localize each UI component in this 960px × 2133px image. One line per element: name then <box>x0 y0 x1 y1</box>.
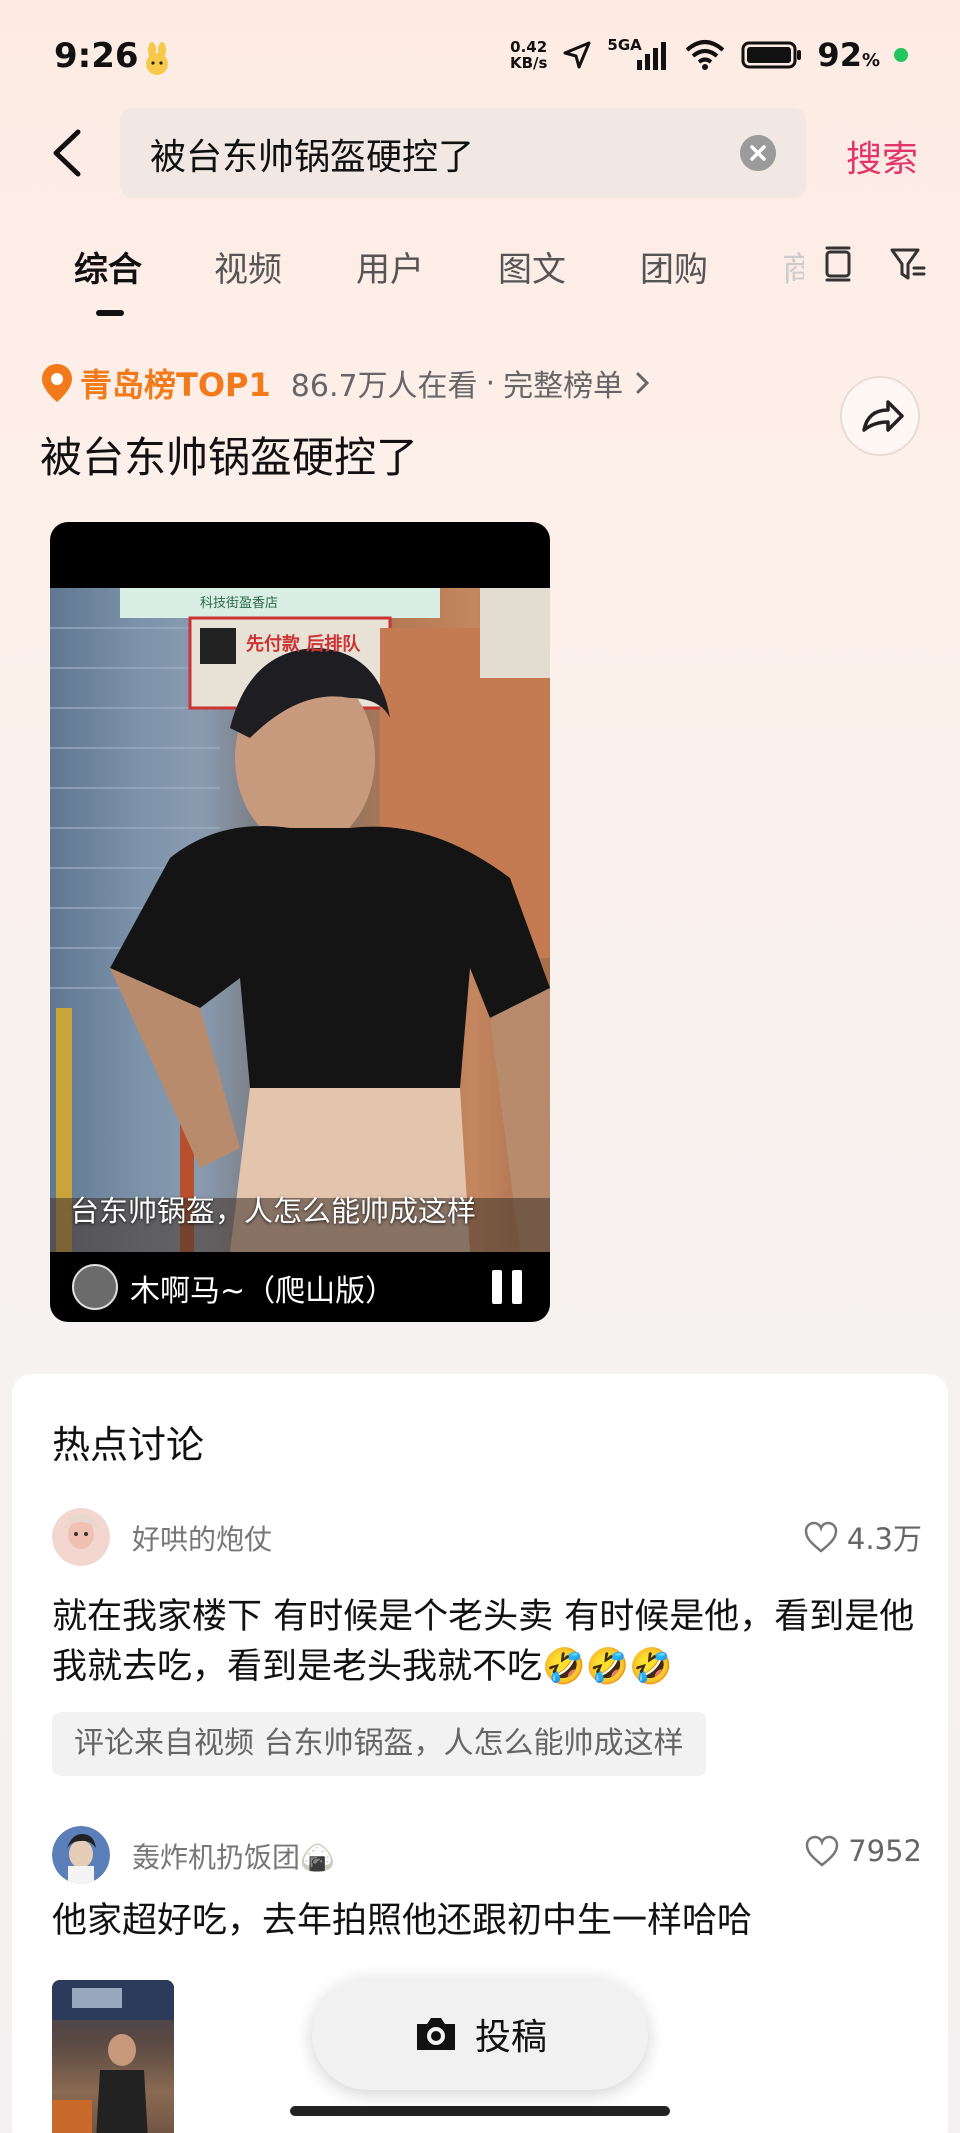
home-indicator[interactable] <box>290 2106 670 2116</box>
search-query: 被台东帅锅盔硬控了 <box>150 137 475 178</box>
tab-bar: 综合 视频 用户 图文 团购 商 <box>0 232 960 322</box>
heart-icon <box>804 1521 838 1553</box>
bunny-icon <box>146 42 168 75</box>
like-count: 7952 <box>848 1834 922 1868</box>
status-indicators: 0.42 KB/s 5GA 92% <box>510 36 908 74</box>
heart-icon <box>805 1835 839 1867</box>
location-arrow-icon <box>563 41 591 69</box>
music-avatar <box>72 1264 118 1310</box>
battery-icon <box>741 41 802 69</box>
net-speed: 0.42 KB/s <box>509 38 548 72</box>
clear-icon[interactable] <box>740 135 776 171</box>
back-arrow-icon[interactable] <box>44 126 94 180</box>
pause-icon[interactable] <box>492 1270 524 1304</box>
search-row: 被台东帅锅盔硬控了 搜索 <box>0 108 960 198</box>
music-title: 木啊马~（爬山版） <box>130 1274 396 1309</box>
music-row[interactable]: 木啊马~（爬山版） <box>50 1252 550 1322</box>
comment-username[interactable]: 轰炸机扔饭团🍙 <box>132 1836 335 1876</box>
post-button[interactable]: 投稿 <box>312 1978 648 2090</box>
ranking-viewers: 86.7万人在看 <box>290 369 478 404</box>
privacy-dot <box>894 48 908 62</box>
video-card[interactable]: 先付款 后排队 科技街盈香店 台东帅锅盔，人怎么能帅成这样 木啊马~（爬山版） <box>50 522 550 1322</box>
video-frame[interactable]: 先付款 后排队 科技街盈香店 <box>50 588 550 1252</box>
tab-group-buy[interactable]: 团购 <box>640 242 708 291</box>
tab-products[interactable]: 商 <box>782 242 804 291</box>
comment-username[interactable]: 好哄的炮仗 <box>132 1518 272 1558</box>
wifi-icon <box>686 40 725 70</box>
share-button[interactable] <box>840 376 920 456</box>
comment-source-link[interactable]: 评论来自视频 台东帅锅盔，人怎么能帅成这样 <box>52 1712 706 1776</box>
tab-video[interactable]: 视频 <box>214 242 282 291</box>
share-icon <box>862 400 904 432</box>
comment-text: 他家超好吃，去年拍照他还跟初中生一样哈哈 <box>52 1901 753 1941</box>
video-scene-image <box>50 588 550 1252</box>
tab-users[interactable]: 用户 <box>356 242 424 291</box>
comment-text: 就在我家楼下 有时候是个老头卖 有时候是他，看到是他我就去吃，看到是老头我就不吃… <box>52 1597 915 1687</box>
active-tab-indicator <box>96 310 124 316</box>
search-input[interactable]: 被台东帅锅盔硬控了 <box>120 108 806 198</box>
search-button[interactable]: 搜索 <box>846 130 918 182</box>
like-button[interactable]: 7952 <box>804 1834 922 1868</box>
topic-title: 被台东帅锅盔硬控了 <box>40 433 419 482</box>
tab-image-text[interactable]: 图文 <box>498 242 566 291</box>
discussion-title: 热点讨论 <box>52 1423 205 1467</box>
filter-icon[interactable] <box>888 244 928 284</box>
comment-item[interactable]: 好哄的炮仗 4.3万 就在我家楼下 有时候是个老头卖 有时候是他，看到是他我就去… <box>52 1508 922 1798</box>
location-pin-icon <box>42 364 72 402</box>
video-caption: 台东帅锅盔，人怎么能帅成这样 <box>70 1194 477 1228</box>
like-button[interactable]: 4.3万 <box>803 1516 922 1558</box>
more-tabs-icon[interactable] <box>818 244 858 284</box>
status-bar: 9:26 0.42 KB/s 5GA 92% <box>0 0 960 110</box>
full-list-link[interactable]: 完整榜单 <box>503 361 623 405</box>
ranking-separator: · <box>485 365 496 401</box>
ranking-row[interactable]: 青岛榜TOP1 86.7万人在看 · 完整榜单 <box>40 358 655 408</box>
banner-text: 科技街盈香店 <box>200 596 279 611</box>
chevron-right-icon <box>636 372 650 394</box>
post-button-label: 投稿 <box>474 2017 547 2058</box>
camera-icon <box>416 2018 455 2050</box>
avatar[interactable] <box>52 1826 110 1884</box>
comment-image[interactable] <box>52 1980 174 2133</box>
ranking-title: 青岛榜TOP1 <box>80 366 271 404</box>
cellular-indicator: 5GA <box>607 36 669 72</box>
shop-sign-text: 先付款 后排队 <box>246 634 361 655</box>
battery-percent: 92% <box>817 36 880 74</box>
status-time: 9:26 <box>54 36 139 76</box>
avatar[interactable] <box>52 1508 110 1566</box>
tab-comprehensive[interactable]: 综合 <box>74 242 142 291</box>
like-count: 4.3万 <box>846 1522 922 1556</box>
